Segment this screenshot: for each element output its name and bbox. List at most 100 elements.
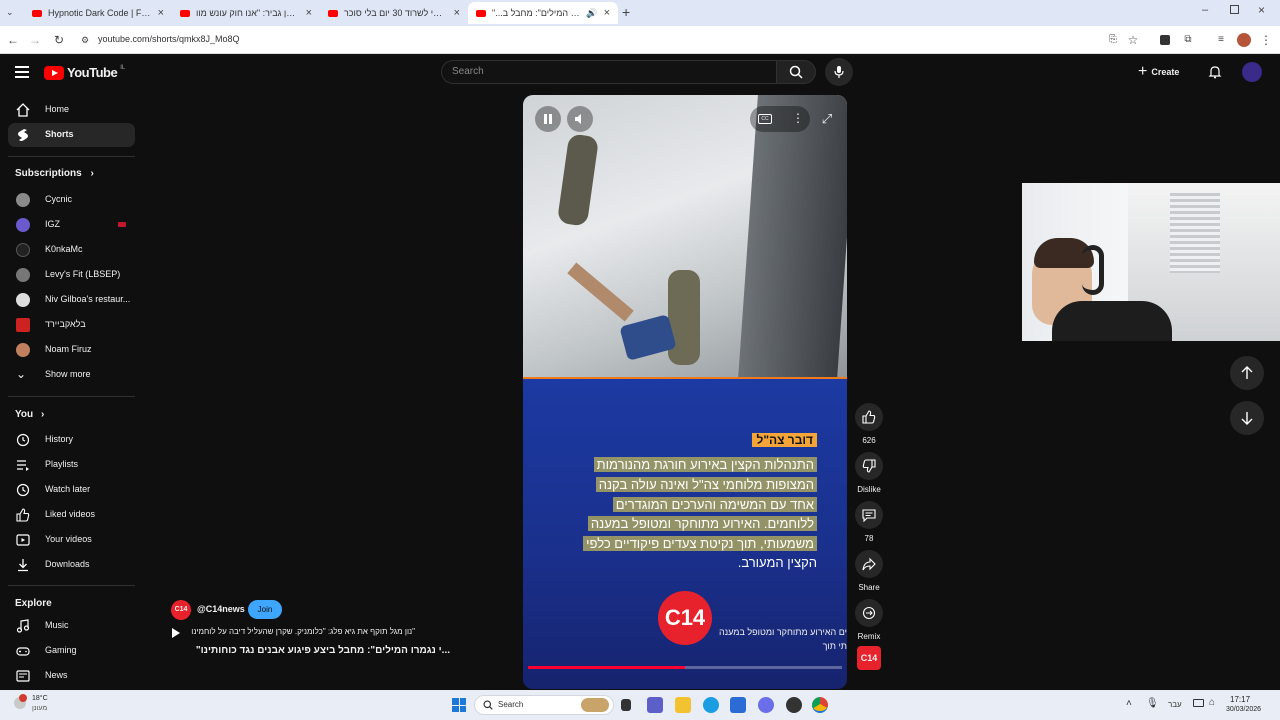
sound-source-thumbnail[interactable]: C14 bbox=[857, 646, 881, 670]
search-input[interactable]: Search bbox=[441, 60, 777, 84]
discord-icon[interactable] bbox=[758, 697, 774, 713]
sidebar-subscription[interactable]: K0nkaMc bbox=[8, 238, 135, 262]
channel-handle[interactable]: @C14news bbox=[197, 604, 245, 614]
like-button[interactable] bbox=[855, 403, 883, 431]
sidebar-item-your-videos[interactable]: Your videos bbox=[8, 528, 135, 552]
sidebar-item-playlists[interactable]: Playlists bbox=[8, 453, 135, 477]
pause-button[interactable] bbox=[535, 106, 561, 132]
sidebar-subscription[interactable]: Noam Firuz bbox=[8, 338, 135, 362]
weather-widget[interactable]: 18°C מעונן bbox=[10, 694, 70, 716]
maximize-window-icon[interactable] bbox=[1230, 5, 1239, 14]
search-button[interactable] bbox=[776, 60, 816, 84]
sidebar-item-watch-later[interactable]: Watch later bbox=[8, 478, 135, 502]
app-icon[interactable] bbox=[786, 697, 802, 713]
sidebar-item-news[interactable]: News bbox=[8, 664, 135, 688]
file-explorer-icon[interactable] bbox=[675, 697, 691, 713]
video-progress-track[interactable] bbox=[528, 666, 842, 669]
extensions-puzzle-icon[interactable]: ⧉ bbox=[1181, 33, 1195, 47]
close-tab-icon[interactable]: × bbox=[306, 7, 312, 19]
profile-avatar[interactable] bbox=[1237, 33, 1251, 47]
close-window-icon[interactable]: × bbox=[1258, 3, 1265, 17]
bookmark-star-icon[interactable]: ☆ bbox=[1126, 33, 1140, 47]
comments-button[interactable] bbox=[855, 501, 883, 529]
music-line[interactable]: "נון מגל תוקף את גיא פלג: "כלומניק. שקרן… bbox=[187, 627, 415, 636]
thumbs-up-icon bbox=[862, 410, 876, 424]
clock-time[interactable]: 17:17 bbox=[1230, 695, 1250, 704]
subscriptions-heading[interactable]: Subscriptions › bbox=[15, 168, 94, 179]
tray-overflow-icon[interactable]: ˄ bbox=[1126, 698, 1132, 709]
sidebar: Home Shorts Subscriptions › Cycnic IGZ K… bbox=[0, 90, 145, 690]
youtube-logo[interactable]: YouTube IL bbox=[44, 65, 125, 80]
tab-search-icon[interactable]: ⌄ bbox=[6, 7, 18, 19]
install-app-icon[interactable]: ⎘ bbox=[1106, 33, 1120, 47]
sidebar-item-history[interactable]: History bbox=[8, 428, 135, 452]
new-tab-button[interactable]: + bbox=[622, 5, 630, 19]
fullscreen-icon[interactable]: ⤢ bbox=[814, 106, 840, 132]
forward-icon[interactable]: → bbox=[28, 33, 42, 47]
reload-icon[interactable]: ↻ bbox=[52, 33, 66, 47]
next-short-button[interactable] bbox=[1230, 401, 1264, 435]
sidebar-subscription[interactable]: Cycnic bbox=[8, 188, 135, 212]
close-tab-icon[interactable]: × bbox=[604, 7, 610, 19]
dislike-button[interactable] bbox=[855, 452, 883, 480]
url-field[interactable]: youtube.com/shorts/qmkx8J_Mo8Q bbox=[98, 34, 240, 44]
sidebar-item-shorts[interactable]: Shorts bbox=[8, 123, 135, 147]
clock-date[interactable]: 30/03/2026 bbox=[1226, 706, 1261, 713]
browser-tab[interactable]: השר בן גביר: "אנו חוק עונש מוו × bbox=[172, 2, 320, 24]
start-button[interactable] bbox=[452, 698, 466, 712]
network-icon[interactable]: ⌂ bbox=[1209, 697, 1215, 708]
microphone-tray-icon[interactable]: 🎙 bbox=[1146, 698, 1159, 709]
extension-icon[interactable] bbox=[1160, 35, 1170, 45]
sidebar-subscription[interactable]: בלאקביירד bbox=[8, 313, 135, 337]
show-more-button[interactable]: ⌄ Show more bbox=[8, 363, 135, 387]
display-icon[interactable] bbox=[1193, 699, 1204, 707]
c14-logo: C14 bbox=[658, 591, 712, 645]
chrome-icon[interactable] bbox=[812, 697, 828, 713]
sidebar-item-gaming[interactable]: Gaming bbox=[8, 639, 135, 663]
volume-button[interactable] bbox=[567, 106, 593, 132]
sidebar-subscription[interactable]: Niv Gilboa's restaur... bbox=[8, 288, 135, 312]
browser-tab[interactable]: Hypnotic Dark Code | Futuristi × bbox=[24, 2, 172, 24]
your-videos-icon bbox=[16, 534, 30, 546]
create-button[interactable]: + Create bbox=[1138, 60, 1194, 84]
account-avatar[interactable] bbox=[1242, 62, 1262, 82]
sidebar-subscription[interactable]: Levy's Fit (LBSEP) bbox=[8, 263, 135, 287]
share-icon bbox=[862, 557, 876, 571]
taskbar-search-input[interactable]: Search bbox=[474, 695, 614, 715]
sidebar-item-music[interactable]: Music bbox=[8, 614, 135, 638]
back-icon[interactable]: ← bbox=[6, 33, 20, 47]
voice-search-button[interactable] bbox=[825, 58, 853, 86]
hamburger-menu-icon[interactable] bbox=[15, 66, 29, 78]
browser-menu-icon[interactable]: ⋮ bbox=[1259, 33, 1273, 47]
notifications-bell-icon[interactable] bbox=[1208, 65, 1222, 79]
short-title[interactable]: ...י נגמרו המילים": מחבל ביצע פיגוע אבני… bbox=[170, 645, 450, 656]
sidebar-item-liked-videos[interactable]: Liked videos bbox=[8, 503, 135, 527]
tab-audio-icon[interactable]: 🔊 bbox=[586, 8, 597, 19]
browser-tab[interactable]: נסיתי לשרוד 30 יום בלי סוכר × bbox=[320, 2, 468, 24]
task-view-icon[interactable] bbox=[621, 699, 631, 711]
close-tab-icon[interactable]: × bbox=[158, 7, 164, 19]
history-icon bbox=[16, 433, 30, 447]
sidebar-item-downloads[interactable]: Downloads bbox=[8, 553, 135, 577]
you-heading[interactable]: You › bbox=[15, 409, 44, 420]
previous-short-button[interactable] bbox=[1230, 356, 1264, 390]
site-info-icon[interactable]: ⚙ bbox=[78, 33, 92, 47]
store-icon[interactable] bbox=[730, 697, 746, 713]
shorts-player[interactable]: CC ⋮ ⤢ דובר צה"ל התנהלות הקצין באירוע חו… bbox=[523, 95, 847, 689]
closed-captions-icon[interactable]: CC bbox=[758, 114, 772, 124]
channel-avatar[interactable]: C14 bbox=[171, 600, 191, 620]
close-tab-icon[interactable]: × bbox=[454, 7, 460, 19]
input-language[interactable]: עבר bbox=[1168, 700, 1182, 709]
remix-button[interactable] bbox=[855, 599, 883, 627]
teams-icon[interactable] bbox=[647, 697, 663, 713]
more-options-icon[interactable]: ⋮ bbox=[792, 111, 804, 125]
sidebar-subscription[interactable]: IGZ bbox=[8, 213, 135, 237]
edge-browser-icon[interactable] bbox=[703, 697, 719, 713]
sidebar-item-home[interactable]: Home bbox=[8, 98, 135, 122]
browser-tab-active[interactable]: "...י נגמרו המילים": מחבל ב 🔊 × bbox=[468, 2, 618, 24]
share-button[interactable] bbox=[855, 550, 883, 578]
join-button[interactable]: Join bbox=[248, 600, 282, 619]
media-controls-icon[interactable]: ≡ bbox=[1214, 33, 1228, 47]
caption-line: הקצין המעורב. bbox=[737, 555, 817, 570]
minimize-window-icon[interactable]: – bbox=[1202, 4, 1208, 16]
